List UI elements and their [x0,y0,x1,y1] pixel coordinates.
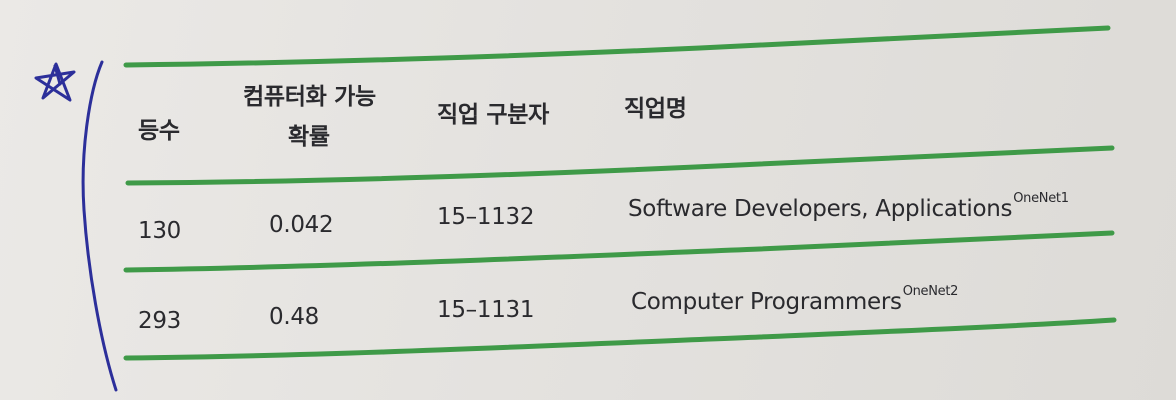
row1-footnote-marker: OneNet1 [1013,191,1069,206]
header-probability-line2: 확률 [288,124,330,150]
row2-occupation: Computer ProgrammersOneNet2 [631,284,958,317]
header-rank: 등수 [138,118,180,144]
row1-occupation-name: Software Developers, Applications [628,196,1013,222]
row2-probability: 0.48 [269,304,320,330]
row2-occupation-name: Computer Programmers [631,289,902,315]
row2-footnote-marker: OneNet2 [902,284,959,299]
star-icon [34,62,76,102]
header-code: 직업 구분자 [437,102,550,128]
rule-header-bottom [125,145,1115,186]
row1-code: 15–1132 [437,204,535,230]
row1-occupation: Software Developers, ApplicationsOneNet1 [628,191,1069,224]
header-probability-line1: 컴퓨터화 가능 [243,84,376,110]
row1-rank: 130 [138,218,181,244]
rule-top [123,25,1111,68]
header-occupation: 직업명 [624,96,687,122]
row2-rank: 293 [138,308,181,334]
bracket-mark [81,60,118,392]
row1-probability: 0.042 [269,212,334,238]
row2-code: 15–1131 [437,297,535,323]
book-page: 등수 컴퓨터화 가능 확률 직업 구분자 직업명 130 0.042 15–11… [0,0,1176,400]
